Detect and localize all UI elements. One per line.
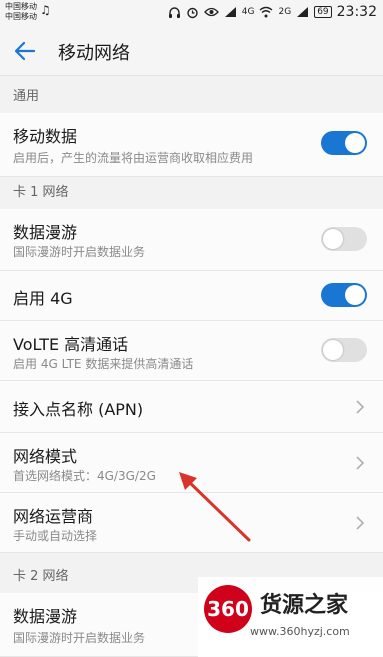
signal-icon	[224, 7, 236, 17]
chevron-right-icon	[356, 456, 365, 470]
watermark: 360 货源之家 www.360hyzj.com	[198, 577, 383, 657]
clock: 23:32	[336, 4, 377, 20]
row-roaming-sim1[interactable]: 数据漫游 国际漫游时开启数据业务	[0, 209, 383, 271]
eye-icon	[203, 7, 219, 17]
carrier-label-2: 中国移动	[5, 12, 37, 21]
row-title: 数据漫游	[13, 607, 78, 626]
app-bar: 移动网络	[0, 26, 383, 76]
music-icon: ♫	[40, 3, 51, 17]
row-title: 网络模式	[13, 447, 78, 466]
row-enable-4g[interactable]: 启用 4G	[0, 271, 383, 321]
carrier-labels: 中国移动 中国移动	[5, 2, 37, 22]
status-bar: 中国移动 中国移动 ♫ 4G 2G 69 23:32	[0, 0, 383, 26]
row-mobile-data[interactable]: 移动数据 启用后，产生的流量将由运营商收取相应费用	[0, 113, 383, 177]
row-subtitle: 启用后，产生的流量将由运营商收取相应费用	[13, 151, 254, 165]
section-header-sim1: 卡 1 网络	[0, 177, 383, 209]
watermark-url: www.360hyzj.com	[250, 625, 350, 638]
chevron-right-icon	[356, 516, 365, 530]
page-title: 移动网络	[58, 43, 130, 64]
back-arrow-icon[interactable]	[12, 38, 38, 64]
row-subtitle: 手动或自动选择	[13, 529, 98, 543]
section-header-general: 通用	[0, 81, 383, 113]
battery-icon: 69	[314, 6, 332, 18]
alarm-icon	[187, 7, 198, 18]
row-apn[interactable]: 接入点名称 (APN)	[0, 381, 383, 433]
carrier-label-1: 中国移动	[5, 2, 37, 11]
volte-toggle[interactable]	[321, 338, 367, 362]
row-title: 启用 4G	[13, 289, 73, 308]
headphones-icon	[168, 6, 180, 18]
row-subtitle: 国际漫游时开启数据业务	[13, 245, 146, 259]
row-title: VoLTE 高清通话	[13, 335, 129, 354]
chevron-right-icon	[356, 400, 365, 414]
row-title: 移动数据	[13, 127, 78, 146]
network-type-2: 2G	[278, 7, 292, 17]
watermark-name: 货源之家	[260, 593, 349, 618]
signal-icon-2	[297, 7, 309, 17]
enable-4g-toggle[interactable]	[321, 283, 367, 307]
mobile-data-toggle[interactable]	[321, 131, 367, 155]
status-icons: 4G 2G 69 23:32	[168, 4, 377, 20]
network-type-1: 4G	[241, 7, 255, 17]
row-title: 接入点名称 (APN)	[13, 400, 144, 419]
roaming-sim1-toggle[interactable]	[321, 227, 367, 251]
row-title: 数据漫游	[13, 223, 78, 242]
row-subtitle: 国际漫游时开启数据业务	[13, 631, 146, 645]
annotation-arrow	[179, 472, 251, 542]
row-volte[interactable]: VoLTE 高清通话 启用 4G LTE 数据来提供高清通话	[0, 321, 383, 381]
wifi-icon	[260, 6, 273, 18]
watermark-logo: 360	[204, 585, 252, 633]
row-subtitle: 启用 4G LTE 数据来提供高清通话	[13, 357, 194, 371]
row-title: 网络运营商	[13, 507, 94, 526]
row-subtitle: 首选网络模式：4G/3G/2G	[13, 469, 156, 483]
